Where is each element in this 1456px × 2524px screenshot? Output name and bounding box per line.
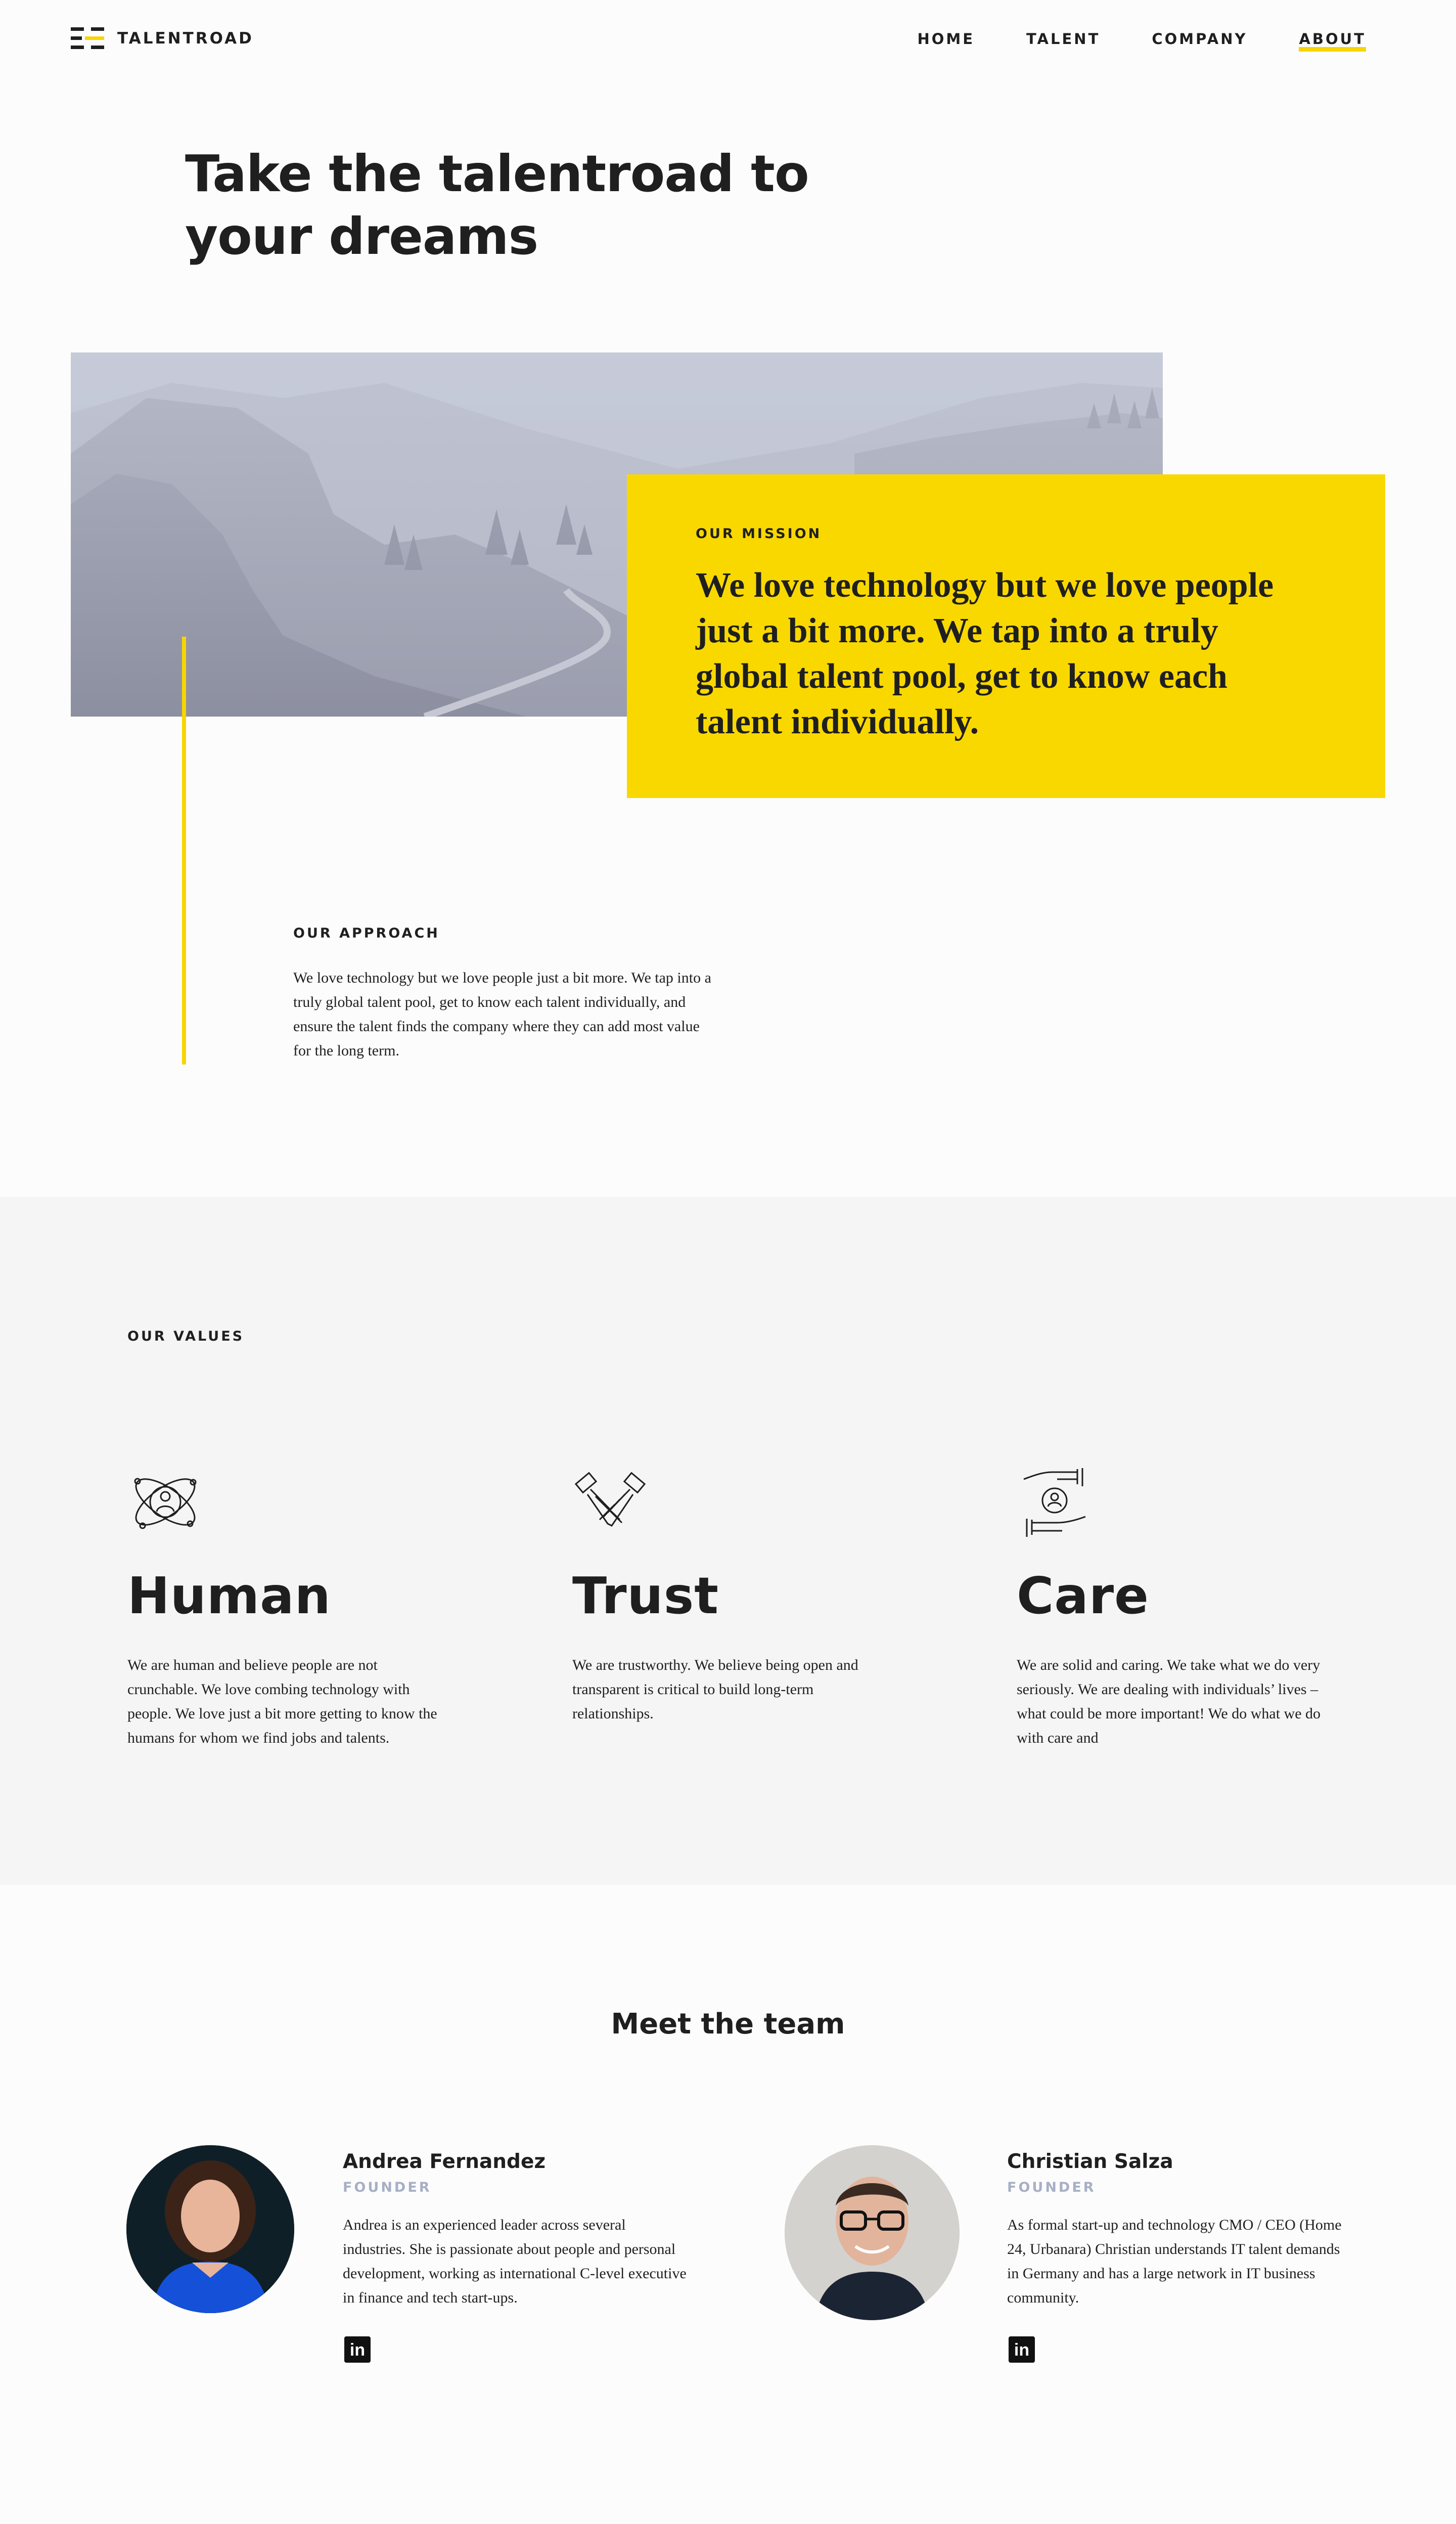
logo-icon	[71, 25, 104, 52]
value-trust: Trust We are trustworthy. We believe bei…	[572, 1464, 936, 1726]
value-title: Trust	[572, 1566, 719, 1625]
nav-talent[interactable]: TALENT	[1026, 30, 1100, 51]
member-bio: Andrea is an experienced leader across s…	[343, 2217, 687, 2306]
member-name: Andrea Fernandez	[343, 2150, 546, 2173]
atom-person-icon	[134, 1478, 197, 1529]
logo-text: TALENTROAD	[117, 29, 254, 48]
values-section: OUR VALUES Human We are human and believ…	[0, 1197, 1456, 1885]
page-title-line2: your dreams	[185, 207, 538, 266]
value-title: Care	[1017, 1566, 1150, 1625]
value-human: Human We are human and believe people ar…	[127, 1464, 491, 1750]
nav-company[interactable]: COMPANY	[1152, 30, 1247, 51]
main-nav: HOME TALENT COMPANY ABOUT	[866, 30, 1366, 52]
linkedin-icon[interactable]: in	[344, 2336, 371, 2363]
approach-text: We love technology but we love people ju…	[293, 969, 711, 1059]
values-label: OUR VALUES	[127, 1329, 245, 1344]
page-title-line1: Take the talentroad to	[185, 144, 809, 203]
mission-card: OUR MISSION We love technology but we lo…	[627, 474, 1385, 798]
member-bio: As formal start-up and technology CMO / …	[1007, 2217, 1342, 2306]
value-title: Human	[127, 1566, 331, 1625]
mission-label: OUR MISSION	[696, 526, 822, 542]
value-text: We are solid and caring. We take what we…	[1017, 1657, 1321, 1746]
value-text: We are human and believe people are not …	[127, 1657, 437, 1746]
mission-text: We love technology but we love people ju…	[696, 566, 1274, 741]
avatar-andrea-fernandez	[126, 2145, 294, 2313]
member-name: Christian Salza	[1007, 2150, 1173, 2173]
approach-accent-line	[182, 637, 186, 1065]
member-role: FOUNDER	[1007, 2180, 1096, 2195]
avatar-christian-salza	[785, 2145, 960, 2320]
page-title: Take the talentroad to your dreams	[185, 143, 817, 268]
hands-person-icon	[1023, 1468, 1086, 1537]
nav-about[interactable]: ABOUT	[1299, 30, 1366, 52]
value-text: We are trustworthy. We believe being ope…	[572, 1657, 858, 1722]
approach-label: OUR APPROACH	[293, 925, 440, 941]
member-role: FOUNDER	[343, 2180, 432, 2195]
nav-home[interactable]: HOME	[917, 30, 975, 51]
value-care: Care We are solid and caring. We take wh…	[1017, 1464, 1381, 1750]
linkedin-icon[interactable]: in	[1009, 2336, 1035, 2363]
logo[interactable]: TALENTROAD	[71, 25, 254, 52]
handshake-icon	[574, 1472, 646, 1527]
team-title: Meet the team	[611, 2008, 845, 2041]
